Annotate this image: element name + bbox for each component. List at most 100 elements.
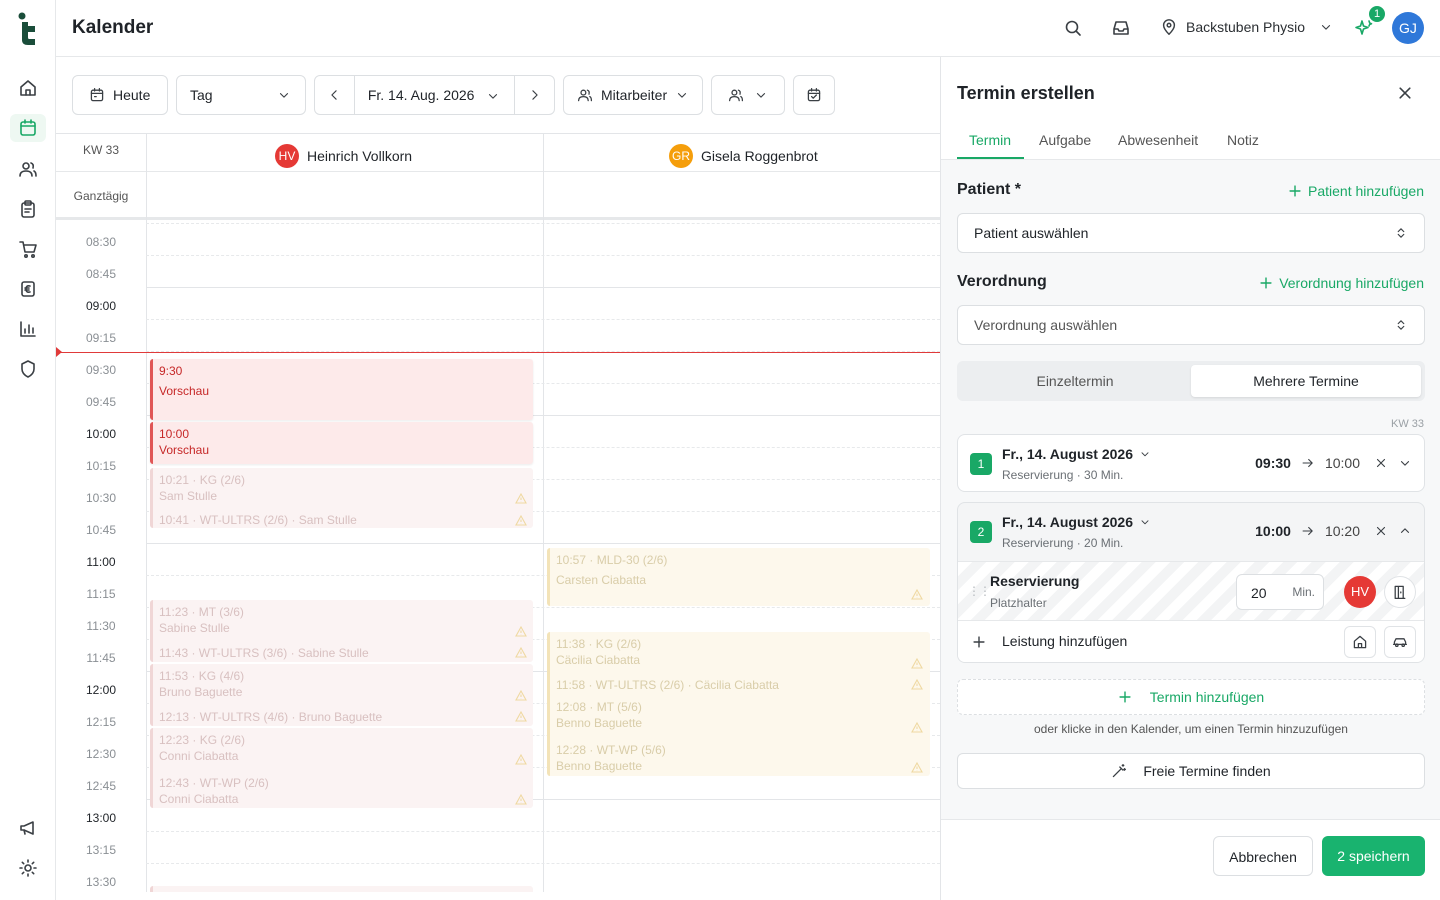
event-line: Cäcilia Ciabatta bbox=[556, 653, 641, 667]
mode-single-button[interactable]: Einzeltermin bbox=[961, 365, 1189, 397]
nav-calendar-icon[interactable] bbox=[10, 114, 46, 142]
tab-abwesenheit[interactable]: Abwesenheit bbox=[1118, 132, 1198, 148]
nav-statistics-icon[interactable] bbox=[18, 319, 38, 339]
save-button[interactable]: 2 speichern bbox=[1322, 836, 1425, 876]
search-icon[interactable] bbox=[1063, 18, 1083, 38]
nav-billing-icon[interactable] bbox=[18, 279, 38, 299]
event-line: 11:43 · WT-ULTRS (3/6) · Sabine Stulle bbox=[159, 646, 369, 660]
appointment-card[interactable]: 2 Fr., 14. August 2026 Reservierung · 20… bbox=[957, 502, 1425, 663]
drag-handle-icon[interactable]: ⋮⋮ bbox=[968, 584, 991, 598]
warning-icon bbox=[515, 754, 527, 765]
tab-notiz[interactable]: Notiz bbox=[1227, 132, 1259, 148]
cancel-button[interactable]: Abbrechen bbox=[1213, 836, 1313, 876]
remove-icon[interactable] bbox=[1374, 456, 1388, 470]
appointment-date[interactable]: Fr., 14. August 2026 bbox=[1002, 514, 1151, 530]
add-patient-link[interactable]: Patient hinzufügen bbox=[1288, 183, 1424, 199]
nav-home-icon[interactable] bbox=[18, 78, 38, 98]
grid-line bbox=[146, 831, 940, 832]
appointment[interactable]: 11:38 · KG (2/6) Cäcilia Ciabatta 11:58 … bbox=[547, 632, 930, 776]
event-time: 9:30 bbox=[159, 364, 183, 378]
appointment[interactable]: 11:23 · MT (3/6) Sabine Stulle 11:43 · W… bbox=[150, 600, 533, 662]
week-hint: KW 33 bbox=[1390, 418, 1424, 430]
appointment-card[interactable]: 1 Fr., 14. August 2026 Reservierung · 30… bbox=[957, 434, 1425, 492]
add-appointment-button[interactable]: Termin hinzufügen bbox=[957, 679, 1425, 715]
calendar-header-row: KW 33 HV Heinrich Vollkorn GR Gisela Rog… bbox=[56, 134, 940, 172]
in-practice-button[interactable] bbox=[1344, 626, 1376, 658]
time-label: 09:30 bbox=[85, 363, 117, 377]
remove-icon[interactable] bbox=[1374, 524, 1388, 538]
next-day-button[interactable] bbox=[514, 76, 554, 114]
event-line: 11:58 · WT-ULTRS (2/6) · Cäcilia Ciabatt… bbox=[556, 678, 779, 692]
appointment[interactable]: 12:23 · KG (2/6) Conni Ciabatta 12:43 · … bbox=[150, 728, 533, 808]
service-row[interactable]: ⋮⋮ Reservierung Platzhalter 20 Min. HV bbox=[958, 561, 1424, 621]
add-prescription-label: Verordnung hinzufügen bbox=[1279, 275, 1424, 291]
appointment[interactable]: 11:53 · KG (4/6) Bruno Baguette 12:13 · … bbox=[150, 664, 533, 726]
event-line: 11:23 · MT (3/6) bbox=[159, 605, 244, 619]
date-picker[interactable]: Fr. 14. Aug. 2026 bbox=[355, 87, 514, 103]
chevron-up-icon[interactable] bbox=[1398, 524, 1412, 538]
time-label: 08:45 bbox=[85, 267, 117, 281]
all-day-row[interactable]: Ganztägig bbox=[56, 172, 940, 220]
user-avatar[interactable]: GJ bbox=[1392, 12, 1424, 44]
appointment-number: 2 bbox=[970, 521, 992, 543]
start-time[interactable]: 10:00 bbox=[1255, 523, 1291, 539]
warning-icon bbox=[911, 658, 923, 669]
close-icon[interactable] bbox=[1397, 85, 1413, 101]
add-patient-label: Patient hinzufügen bbox=[1308, 183, 1424, 199]
chevron-left-icon bbox=[331, 90, 338, 100]
nav-clipboard-icon[interactable] bbox=[18, 199, 38, 219]
nav-shield-icon[interactable] bbox=[18, 359, 38, 379]
tab-aufgabe[interactable]: Aufgabe bbox=[1039, 132, 1091, 148]
staff-filter-button[interactable]: Mitarbeiter bbox=[563, 75, 703, 115]
end-time[interactable]: 10:00 bbox=[1325, 455, 1360, 471]
appointment-date[interactable]: Fr., 14. August 2026 bbox=[1002, 446, 1151, 462]
home-visit-button[interactable] bbox=[1384, 626, 1416, 658]
calendar-check-button[interactable] bbox=[793, 75, 835, 115]
employee-header[interactable]: GR Gisela Roggenbrot bbox=[669, 144, 818, 168]
add-service-row[interactable]: Leistung hinzufügen bbox=[958, 621, 1424, 662]
start-time[interactable]: 09:30 bbox=[1255, 455, 1291, 471]
group-filter-button[interactable] bbox=[711, 75, 785, 115]
app-logo[interactable] bbox=[18, 12, 38, 46]
appointment-preview[interactable]: 9:30 Vorschau bbox=[150, 359, 533, 420]
appointment-number: 1 bbox=[970, 453, 992, 475]
employee-header[interactable]: HV Heinrich Vollkorn bbox=[275, 144, 412, 168]
plus-icon bbox=[973, 636, 985, 648]
previous-day-button[interactable] bbox=[315, 76, 355, 114]
location-name: Backstuben Physio bbox=[1186, 19, 1306, 35]
duration-input[interactable]: 20 Min. bbox=[1236, 574, 1324, 610]
home-icon bbox=[1353, 635, 1367, 649]
nav-cart-icon[interactable] bbox=[18, 239, 38, 259]
room-button[interactable] bbox=[1384, 576, 1416, 608]
time-label: 09:45 bbox=[85, 395, 117, 409]
nav-announcements-icon[interactable] bbox=[18, 818, 38, 838]
end-time[interactable]: 10:20 bbox=[1325, 523, 1360, 539]
add-appointment-label: Termin hinzufügen bbox=[1149, 689, 1265, 705]
top-bar: Kalender Backstuben Physio 1 GJ bbox=[56, 0, 1440, 57]
nav-patients-icon[interactable] bbox=[18, 159, 38, 179]
prescription-select[interactable]: Verordnung auswählen bbox=[957, 305, 1425, 345]
patient-select[interactable]: Patient auswählen bbox=[957, 213, 1425, 253]
mode-multiple-button[interactable]: Mehrere Termine bbox=[1191, 365, 1421, 397]
tab-termin[interactable]: Termin bbox=[969, 132, 1011, 148]
location-selector[interactable]: Backstuben Physio bbox=[1160, 18, 1333, 36]
sparkle-icon[interactable] bbox=[1354, 18, 1374, 38]
inbox-icon[interactable] bbox=[1111, 18, 1131, 38]
patient-label: Patient * bbox=[957, 181, 1022, 198]
appointment-preview[interactable]: 10:00 Vorschau bbox=[150, 422, 533, 464]
appointment[interactable] bbox=[150, 886, 533, 892]
time-label: 10:45 bbox=[85, 523, 117, 537]
staff-label: Mitarbeiter bbox=[601, 87, 668, 103]
today-button[interactable]: Heute bbox=[72, 75, 168, 115]
therapist-avatar[interactable]: HV bbox=[1344, 576, 1376, 608]
appointment[interactable]: 10:21 · KG (2/6) Sam Stulle 10:41 · WT-U… bbox=[150, 468, 533, 528]
view-select[interactable]: Tag bbox=[176, 75, 306, 115]
prescription-label: Verordnung bbox=[957, 273, 1047, 290]
nav-settings-icon[interactable] bbox=[18, 858, 38, 878]
arrow-right-icon bbox=[1302, 458, 1313, 468]
find-free-slots-button[interactable]: Freie Termine finden bbox=[957, 753, 1425, 789]
warning-icon bbox=[515, 794, 527, 805]
appointment[interactable]: 10:57 · MLD-30 (2/6) Carsten Ciabatta bbox=[547, 548, 930, 606]
chevron-down-icon[interactable] bbox=[1398, 456, 1412, 470]
add-prescription-link[interactable]: Verordnung hinzufügen bbox=[1259, 275, 1424, 291]
